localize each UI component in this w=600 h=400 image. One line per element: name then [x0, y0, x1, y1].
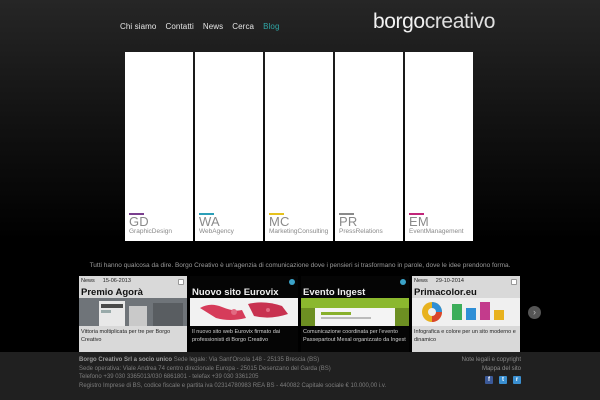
service-marketing-consulting[interactable]: MC MarketingConsulting: [265, 52, 333, 241]
card-header: Nuovo sito Eurovix: [190, 276, 298, 298]
info-icon[interactable]: [400, 279, 406, 285]
nav-cerca[interactable]: Cerca: [232, 22, 254, 31]
service-graphic-design[interactable]: GD GraphicDesign: [125, 52, 193, 241]
logo-part-creativo: creativo: [424, 10, 496, 33]
nav-chi-siamo[interactable]: Chi siamo: [120, 22, 156, 31]
card-image: [301, 298, 409, 326]
card-date: 15-06-2013: [102, 278, 131, 284]
service-label: WebAgency: [199, 228, 234, 235]
social-links: f t r: [485, 376, 521, 384]
rss-icon[interactable]: r: [513, 376, 521, 384]
legal-notes-link[interactable]: Note legali e copyright: [462, 356, 521, 365]
nav-contatti[interactable]: Contatti: [165, 22, 193, 31]
news-card-ingest[interactable]: Evento Ingest Comunicazione coordinata p…: [301, 276, 409, 352]
top-nav: Chi siamo Contatti News Cerca Blog: [120, 22, 289, 31]
card-text: Il nuovo sito web Eurovix firmato dai pr…: [190, 326, 298, 352]
services-panel: GD GraphicDesign WA WebAgency MC Marketi…: [125, 52, 474, 241]
logo-part-borgo: borgo: [373, 10, 425, 33]
company-info-line2: Sede operativa: Viale Andrea 74 centro d…: [79, 365, 331, 372]
nav-news[interactable]: News: [203, 22, 223, 31]
company-info-line3: Telefono +39 030 3365013/030 6861801 - t…: [79, 374, 259, 381]
service-abbr: WA: [199, 214, 220, 229]
service-label: PressRelations: [339, 228, 383, 235]
service-label: MarketingConsulting: [269, 228, 329, 235]
card-text: Comunicazione coordinata per l'evento Pa…: [301, 326, 409, 352]
logo[interactable]: borgocreativo: [373, 10, 495, 34]
card-text: Infografica e colore per un sito moderno…: [412, 326, 520, 352]
twitter-icon[interactable]: t: [499, 376, 507, 384]
news-card-primacolor[interactable]: News 29-10-2014 Primacolor.eu Infografica…: [412, 276, 520, 352]
tagline: Tutti hanno qualcosa da dire. Borgo Crea…: [89, 262, 511, 269]
card-header: News 15-06-2013 Premio Agorà: [79, 276, 187, 298]
facebook-icon[interactable]: f: [485, 376, 493, 384]
service-label: EventManagement: [409, 228, 464, 235]
service-event-management[interactable]: EM EventManagement: [405, 52, 473, 241]
card-title: Evento Ingest: [303, 287, 366, 298]
company-info-line1: Borgo Creativo Srl a socio unico Sede le…: [79, 356, 386, 365]
company-info: Borgo Creativo Srl a socio unico Sede le…: [79, 356, 386, 390]
card-header: News 29-10-2014 Primacolor.eu: [412, 276, 520, 298]
card-image: [79, 298, 187, 326]
card-category: News: [414, 278, 428, 284]
sitemap-link[interactable]: Mappa del sito: [462, 365, 521, 374]
service-label: GraphicDesign: [129, 228, 172, 235]
card-meta: News 15-06-2013: [81, 278, 139, 284]
legal-address: Sede legale: Via Sant'Orsola 148 - 25135…: [172, 357, 320, 363]
company-name: Borgo Creativo Srl a socio unico: [79, 357, 173, 363]
card-title: Nuovo sito Eurovix: [192, 287, 279, 298]
news-card-eurovix[interactable]: Nuovo sito Eurovix Il nuovo sito web Eur…: [190, 276, 298, 352]
info-icon[interactable]: [289, 279, 295, 285]
card-category: News: [81, 278, 95, 284]
service-abbr: GD: [129, 214, 149, 229]
service-web-agency[interactable]: WA WebAgency: [195, 52, 263, 241]
footer-links: Note legali e copyright Mappa del sito: [462, 356, 521, 373]
card-text: Vittoria moltiplicata per tre per Borgo …: [79, 326, 187, 352]
company-info-line4: Registro Imprese di BS, codice fiscale e…: [79, 382, 387, 389]
service-press-relations[interactable]: PR PressRelations: [335, 52, 403, 241]
service-abbr: PR: [339, 214, 358, 229]
news-card-premio-agora[interactable]: News 15-06-2013 Premio Agorà Vittoria mol…: [79, 276, 187, 352]
card-date: 29-10-2014: [435, 278, 464, 284]
expand-icon[interactable]: [511, 279, 517, 285]
service-abbr: EM: [409, 214, 429, 229]
card-meta: News 29-10-2014: [414, 278, 472, 284]
nav-blog[interactable]: Blog: [263, 22, 279, 31]
card-header: Evento Ingest: [301, 276, 409, 298]
card-image: [190, 298, 298, 326]
footer: Borgo Creativo Srl a socio unico Sede le…: [0, 352, 600, 400]
chevron-right-icon[interactable]: ›: [528, 306, 541, 319]
card-title: Premio Agorà: [81, 287, 143, 298]
card-title: Primacolor.eu: [414, 287, 477, 298]
card-image: [412, 298, 520, 326]
expand-icon[interactable]: [178, 279, 184, 285]
service-abbr: MC: [269, 214, 290, 229]
